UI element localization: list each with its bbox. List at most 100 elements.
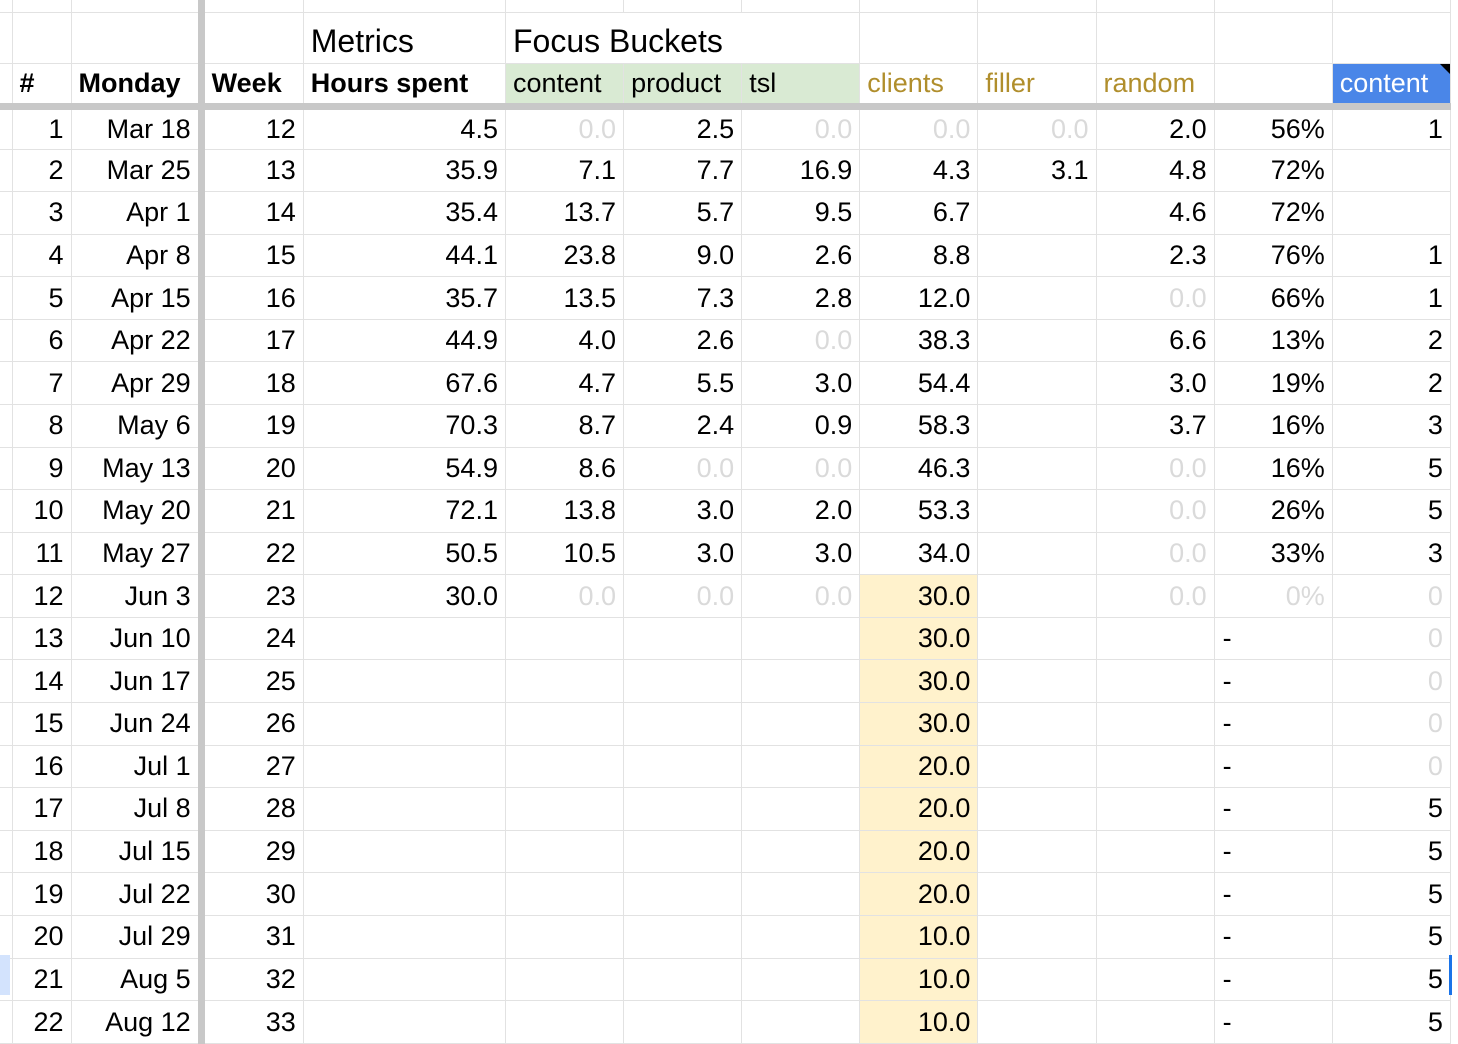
row-gutter-cell[interactable] [0,191,13,235]
row-gutter-cell[interactable] [0,702,13,746]
cell-week[interactable]: 26 [201,702,304,746]
cell-week[interactable]: 30 [201,872,304,916]
cell-hours-spent[interactable] [303,617,506,661]
cell-row-number[interactable]: 3 [12,191,72,235]
spreadsheet-grid[interactable]: Metrics Focus Buckets # Monday Week Hour… [0,0,1458,1044]
cell-row-number[interactable]: 11 [12,532,72,576]
cell-tsl[interactable]: 3.0 [741,532,861,576]
cell-row-number[interactable]: 4 [12,234,72,278]
cell-percentage[interactable]: 13% [1214,319,1333,363]
cell-clients[interactable]: 20.0 [859,745,979,789]
cell-week[interactable]: 22 [201,532,304,576]
cell-monday[interactable]: Apr 15 [71,276,205,320]
row-gutter-cell[interactable] [0,830,13,874]
row-gutter-cell[interactable] [0,787,13,831]
cell-filler[interactable] [977,319,1097,363]
cell-clients[interactable]: 10.0 [859,915,979,959]
cell-tsl[interactable]: 0.0 [741,106,861,150]
row-gutter-cell[interactable] [0,361,13,405]
cell-tsl[interactable]: 2.6 [741,234,861,278]
cell-row-number[interactable]: 5 [12,276,72,320]
cell-filler[interactable]: 0.0 [977,106,1097,150]
cell-tsl[interactable]: 2.8 [741,276,861,320]
row-gutter-cell[interactable] [0,617,13,661]
row-gutter-cell[interactable] [0,574,13,618]
cell-content[interactable]: 23.8 [505,234,625,278]
cell-filler[interactable] [977,872,1097,916]
cell-product[interactable]: 0.0 [623,574,743,618]
row-gutter-cell[interactable] [0,915,13,959]
cell-product[interactable]: 2.6 [623,319,743,363]
row-gutter-cell[interactable] [0,234,13,278]
header-tsl[interactable]: tsl [741,63,861,110]
cell-monday[interactable]: Jun 17 [71,659,205,704]
cell-row-number[interactable]: 8 [12,404,72,448]
cell-content-score[interactable]: 3 [1332,532,1451,576]
cell-product[interactable] [623,915,743,959]
cell-percentage[interactable]: - [1214,617,1333,661]
cell-week[interactable]: 23 [201,574,304,618]
cell-filler[interactable] [977,745,1097,789]
cell-row-number[interactable]: 18 [12,830,72,874]
row-gutter-cell[interactable] [0,872,13,916]
cell-filler[interactable] [977,574,1097,618]
cell-content[interactable]: 0.0 [505,106,625,150]
cell-clients[interactable]: 38.3 [859,319,979,363]
cell-content-score[interactable]: 1 [1332,276,1451,320]
cell-monday[interactable]: Jul 1 [71,745,205,789]
cell-random[interactable] [1096,1000,1215,1044]
cell-row-number[interactable]: 2 [12,149,72,193]
cell-content-score[interactable]: 3 [1332,404,1451,448]
cell-hours-spent[interactable] [303,659,506,704]
cell-content-score[interactable] [1332,149,1451,193]
cell-clients[interactable]: 53.3 [859,489,979,533]
cell-content-score[interactable]: 5 [1332,447,1451,491]
cell-content[interactable] [505,617,625,661]
cell-content[interactable] [505,830,625,874]
cell-monday[interactable]: May 27 [71,532,205,576]
cell-product[interactable]: 5.5 [623,361,743,405]
cell-product[interactable] [623,617,743,661]
cell-week[interactable]: 13 [201,149,304,193]
cell-row-number[interactable]: 7 [12,361,72,405]
row-gutter-cell[interactable] [0,106,13,150]
cell-clients[interactable]: 54.4 [859,361,979,405]
cell-filler[interactable] [977,234,1097,278]
cell-row-number[interactable]: 9 [12,447,72,491]
cell-clients[interactable]: 8.8 [859,234,979,278]
cell-content[interactable] [505,915,625,959]
cell-monday[interactable]: Jul 15 [71,830,205,874]
metrics-group-header[interactable]: Metrics [303,12,506,65]
cell-content-score[interactable]: 5 [1332,958,1451,1002]
cell-random[interactable]: 4.8 [1096,149,1215,193]
cell-percentage[interactable]: 56% [1214,106,1333,150]
cell-filler[interactable] [977,1000,1097,1044]
cell-hours-spent[interactable]: 54.9 [303,447,506,491]
header-row-number[interactable]: # [12,63,72,110]
row-gutter-cell[interactable] [0,404,13,448]
focus-buckets-group-header[interactable]: Focus Buckets [505,12,861,65]
cell-row-number[interactable]: 13 [12,617,72,661]
cell-hours-spent[interactable] [303,872,506,916]
cell-percentage[interactable]: - [1214,659,1333,704]
cell-content[interactable]: 13.7 [505,191,625,235]
cell-week[interactable]: 25 [201,659,304,704]
cell-tsl[interactable] [741,958,861,1002]
cell-tsl[interactable]: 16.9 [741,149,861,193]
cell-percentage[interactable]: 16% [1214,404,1333,448]
cell-content-score[interactable]: 0 [1332,745,1451,789]
cell-week[interactable]: 29 [201,830,304,874]
cell-clients[interactable]: 20.0 [859,787,979,831]
cell-content[interactable]: 7.1 [505,149,625,193]
row-gutter-cell[interactable] [0,659,13,704]
cell-monday[interactable]: Apr 29 [71,361,205,405]
cell-tsl[interactable] [741,659,861,704]
cell-monday[interactable]: Apr 8 [71,234,205,278]
cell-tsl[interactable]: 9.5 [741,191,861,235]
cell-content-score[interactable]: 2 [1332,361,1451,405]
cell-content-score[interactable]: 0 [1332,574,1451,618]
cell-percentage[interactable]: 16% [1214,447,1333,491]
cell-percentage[interactable]: - [1214,745,1333,789]
cell-content[interactable]: 13.5 [505,276,625,320]
cell-week[interactable]: 31 [201,915,304,959]
